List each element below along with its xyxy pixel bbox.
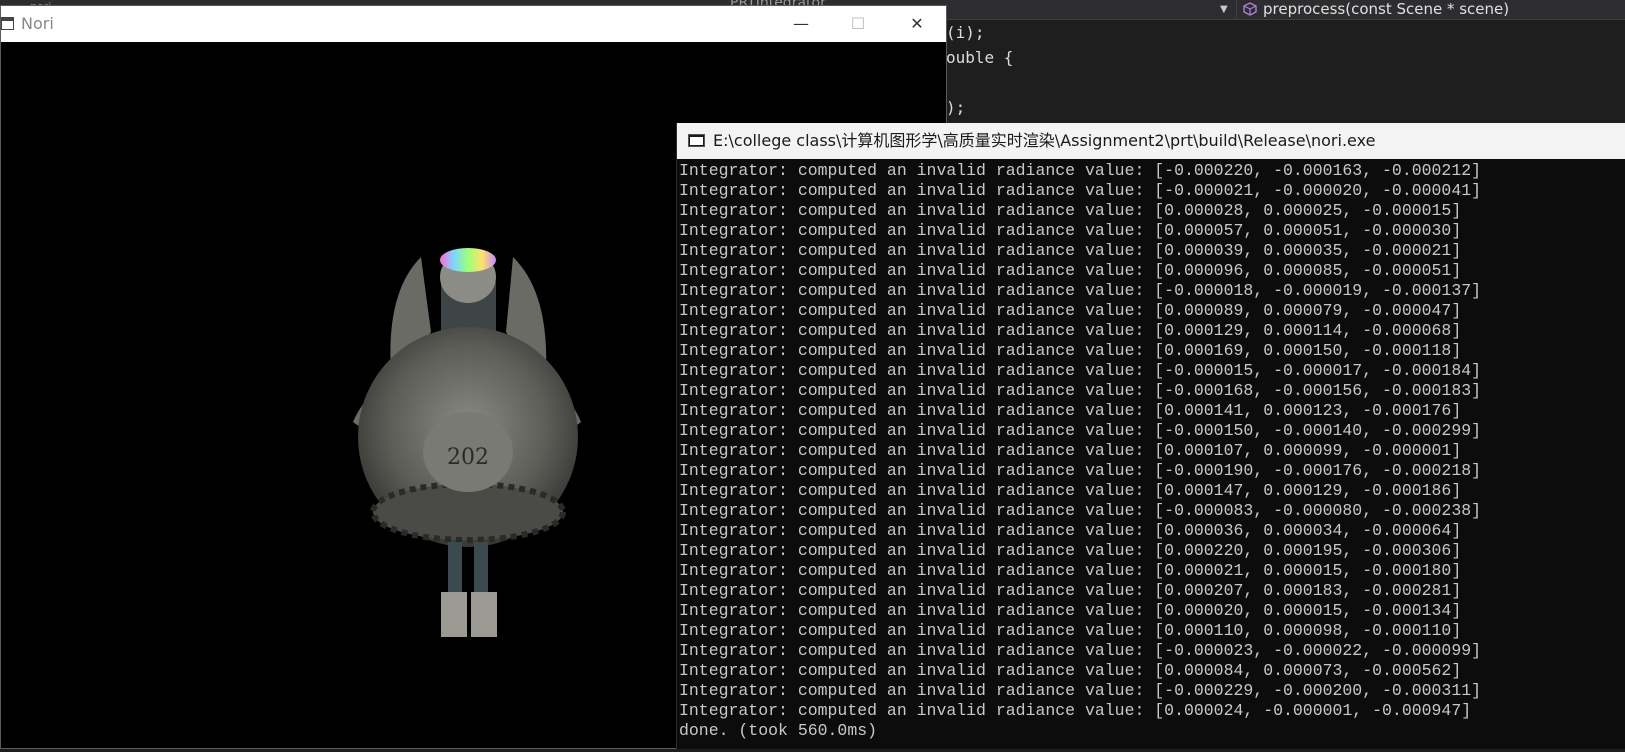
console-line: Integrator: computed an invalid radiance… xyxy=(679,421,1482,440)
ide-code-editor[interactable]: (i); ouble { ); xyxy=(946,20,1013,120)
console-line: Integrator: computed an invalid radiance… xyxy=(679,181,1482,200)
ide-function-dropdown[interactable]: preprocess(const Scene * scene) xyxy=(1236,0,1625,19)
ide-function-dropdown-label: preprocess(const Scene * scene) xyxy=(1263,0,1510,18)
console-line: Integrator: computed an invalid radiance… xyxy=(679,581,1462,600)
console-line: Integrator: computed an invalid radiance… xyxy=(679,501,1482,520)
console-titlebar[interactable]: E:\college class\计算机图形学\高质量实时渲染\Assignme… xyxy=(677,123,1625,159)
code-line: (i); xyxy=(946,23,985,42)
console-window[interactable]: E:\college class\计算机图形学\高质量实时渲染\Assignme… xyxy=(676,123,1625,749)
console-line: Integrator: computed an invalid radiance… xyxy=(679,361,1482,380)
console-line: Integrator: computed an invalid radiance… xyxy=(679,521,1462,540)
console-app-icon xyxy=(688,134,705,147)
console-line: Integrator: computed an invalid radiance… xyxy=(679,341,1462,360)
console-line: Integrator: computed an invalid radiance… xyxy=(679,481,1462,500)
console-line: Integrator: computed an invalid radiance… xyxy=(679,561,1462,580)
console-line: Integrator: computed an invalid radiance… xyxy=(679,201,1462,220)
console-line: Integrator: computed an invalid radiance… xyxy=(679,701,1472,720)
skirt-number-text: 202 xyxy=(447,445,489,470)
console-line: done. (took 560.0ms) xyxy=(679,721,878,740)
chevron-down-icon: ▼ xyxy=(1220,4,1228,15)
console-line: Integrator: computed an invalid radiance… xyxy=(679,601,1462,620)
console-line: Integrator: computed an invalid radiance… xyxy=(679,261,1462,280)
console-line: Integrator: computed an invalid radiance… xyxy=(679,381,1482,400)
console-line: Integrator: computed an invalid radiance… xyxy=(679,441,1462,460)
console-line: Integrator: computed an invalid radiance… xyxy=(679,281,1482,300)
console-line: Integrator: computed an invalid radiance… xyxy=(679,321,1462,340)
nori-window-title: Nori xyxy=(21,14,54,33)
console-line: Integrator: computed an invalid radiance… xyxy=(679,541,1462,560)
code-line: ); xyxy=(946,98,966,117)
console-line: Integrator: computed an invalid radiance… xyxy=(679,161,1482,180)
console-line: Integrator: computed an invalid radiance… xyxy=(679,301,1462,320)
maximize-button[interactable]: ☐ xyxy=(830,6,886,42)
app-window-icon xyxy=(1,17,14,30)
console-line: Integrator: computed an invalid radiance… xyxy=(679,241,1462,260)
console-line: Integrator: computed an invalid radiance… xyxy=(679,221,1462,240)
close-button[interactable]: ✕ xyxy=(889,6,945,42)
nori-titlebar[interactable]: Nori — ☐ ✕ xyxy=(1,6,946,42)
method-cube-icon xyxy=(1243,2,1257,16)
console-line: Integrator: computed an invalid radiance… xyxy=(679,401,1462,420)
minimize-button[interactable]: — xyxy=(773,6,829,42)
console-line: Integrator: computed an invalid radiance… xyxy=(679,461,1482,480)
console-line: Integrator: computed an invalid radiance… xyxy=(679,681,1482,700)
console-window-title: E:\college class\计算机图形学\高质量实时渲染\Assignme… xyxy=(713,131,1376,150)
console-line: Integrator: computed an invalid radiance… xyxy=(679,621,1462,640)
code-line: ouble { xyxy=(946,48,1014,67)
console-line: Integrator: computed an invalid radiance… xyxy=(679,661,1462,680)
console-line: Integrator: computed an invalid radiance… xyxy=(679,641,1482,660)
console-output[interactable]: Integrator: computed an invalid radiance… xyxy=(679,161,1624,741)
